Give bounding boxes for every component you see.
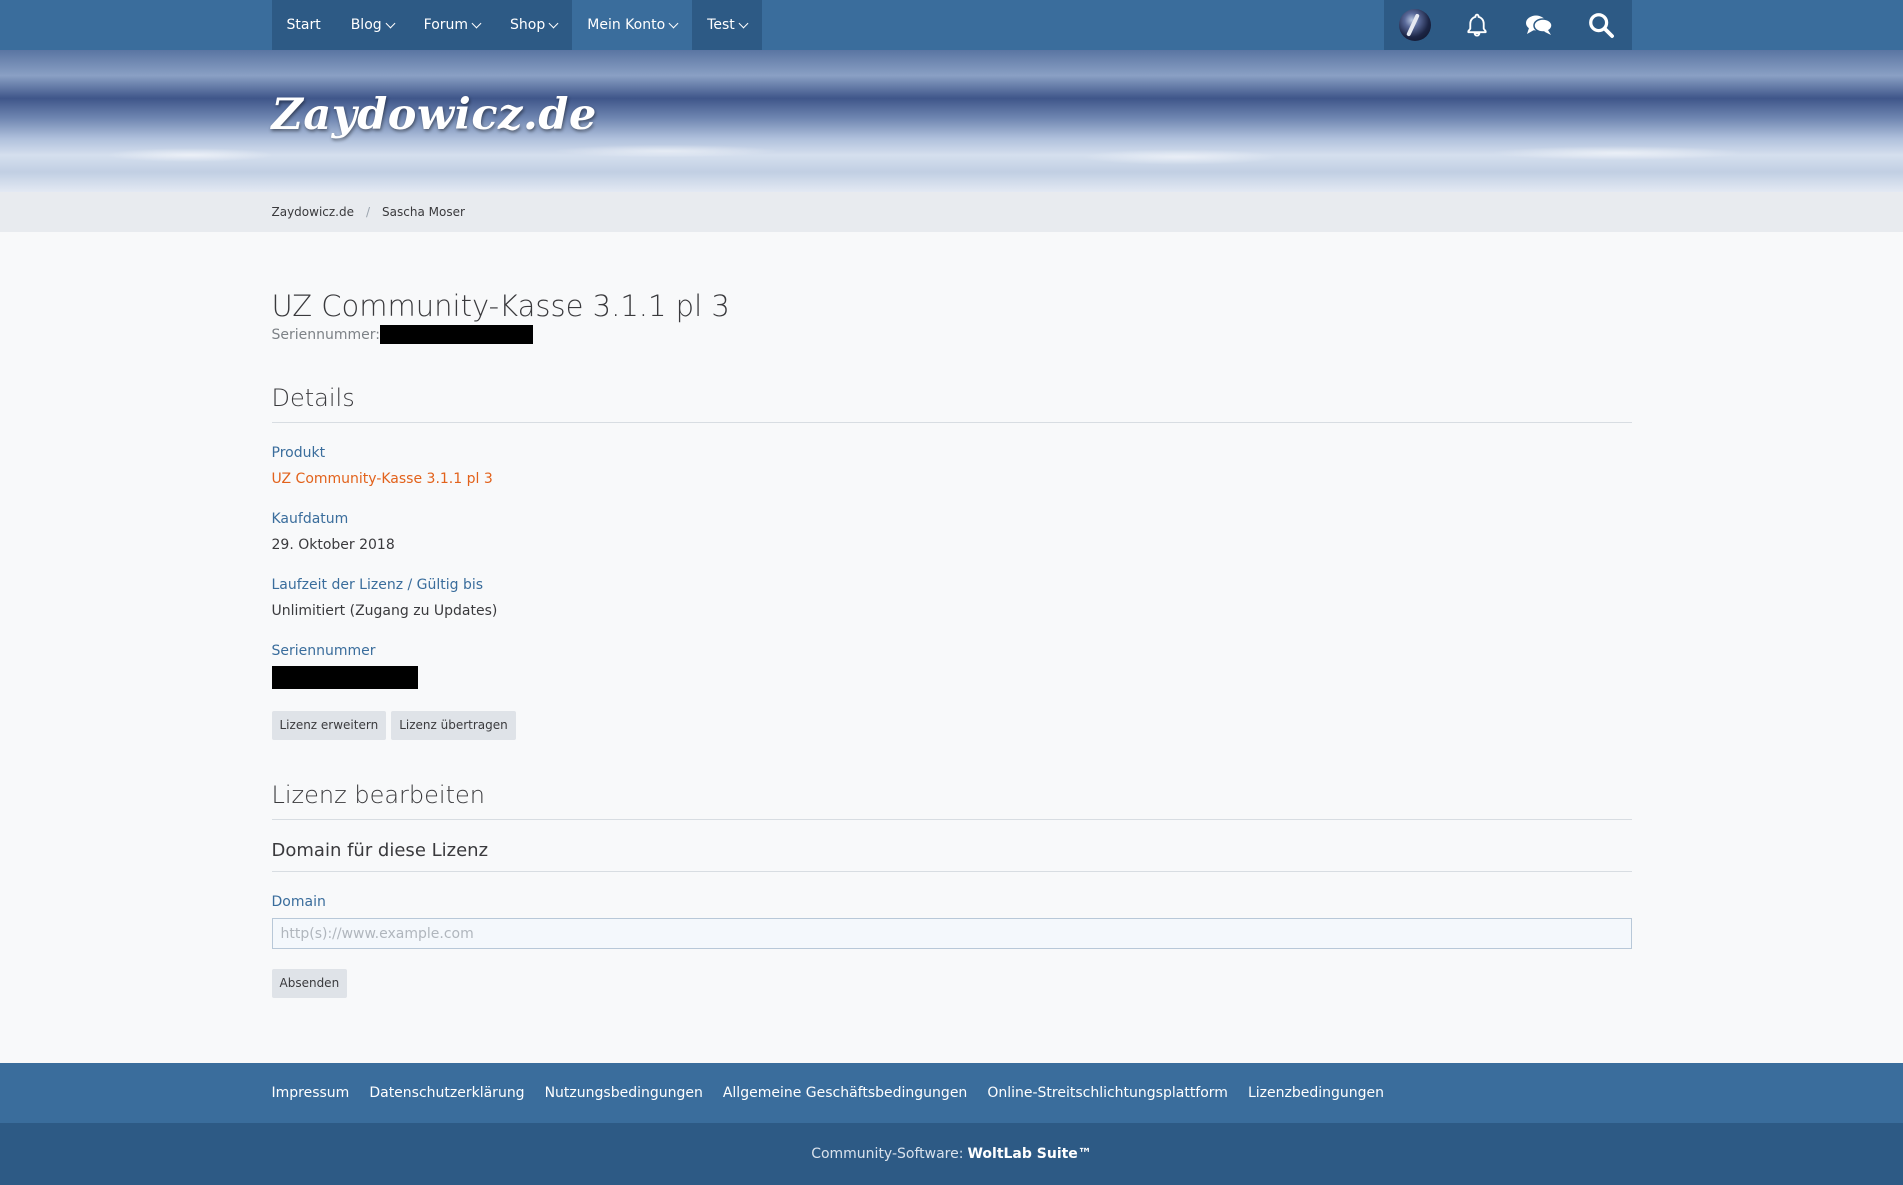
search-icon: [1588, 13, 1614, 38]
menu-item-label: Blog: [350, 17, 382, 33]
footer-link-dispute-platform[interactable]: Online-Streitschlichtungsplattform: [987, 1085, 1228, 1101]
details-heading: Details: [271, 384, 1632, 424]
serial-label: Seriennummer:: [271, 326, 381, 343]
serial-number-label: Seriennummer: [271, 643, 376, 660]
search-button[interactable]: [1570, 0, 1632, 50]
bell-icon: [1466, 13, 1487, 37]
user-avatar-button[interactable]: [1384, 0, 1446, 50]
chevron-down-icon: [738, 18, 749, 28]
site-logo[interactable]: Zaydowicz.de: [272, 90, 597, 140]
footer-navigation: Impressum Datenschutzerklärung Nutzungsb…: [0, 1063, 1903, 1123]
menu-item-shop[interactable]: Shop: [495, 0, 572, 50]
chevron-down-icon: [548, 18, 559, 28]
avatar: [1398, 9, 1431, 41]
domain-field: Domain: [271, 892, 1632, 950]
menu-item-forum[interactable]: Forum: [409, 0, 495, 50]
redacted-serial: [380, 325, 533, 345]
license-actions: Lizenz erweitern Lizenz übertragen: [271, 711, 1632, 741]
menu-item-label: Mein Konto: [587, 17, 666, 33]
breadcrumb-item-user[interactable]: Sascha Moser: [382, 205, 465, 219]
domain-input[interactable]: [271, 918, 1632, 950]
breadcrumb: Zaydowicz.de / Sascha Moser: [0, 192, 1903, 232]
menu-item-blog[interactable]: Blog: [336, 0, 409, 50]
menu-item-start[interactable]: Start: [272, 0, 336, 50]
chevron-down-icon: [385, 18, 396, 28]
breadcrumb-item-home[interactable]: Zaydowicz.de: [272, 205, 355, 219]
copyright-prefix: Community-Software:: [811, 1146, 964, 1162]
domain-label: Domain: [271, 894, 326, 911]
menu-item-test[interactable]: Test: [692, 0, 762, 50]
serial-field: Seriennummer: [271, 641, 1632, 693]
notifications-button[interactable]: [1446, 0, 1508, 50]
menu-item-label: Test: [707, 17, 735, 33]
menu-item-label: Forum: [423, 17, 469, 33]
purchase-date-field: Kaufdatum 29. Oktober 2018: [272, 509, 1632, 555]
form-submit: Absenden: [271, 969, 1632, 999]
product-label: Produkt: [271, 445, 326, 462]
header-banner: Zaydowicz.de: [0, 50, 1903, 192]
chevron-down-icon: [668, 18, 679, 28]
menu-item-label: Shop: [510, 17, 546, 33]
transfer-license-button[interactable]: Lizenz übertragen: [391, 711, 516, 741]
chevron-down-icon: [471, 18, 482, 28]
edit-license-heading: Lizenz bearbeiten: [271, 781, 1632, 821]
license-term-value: Unlimitiert (Zugang zu Updates): [271, 603, 498, 620]
footer-link-license-terms[interactable]: Lizenzbedingungen: [1248, 1085, 1384, 1101]
footer-link-general-terms[interactable]: Allgemeine Geschäftsbedingungen: [723, 1085, 967, 1101]
license-term-field: Laufzeit der Lizenz / Gültig bis Unlimit…: [272, 575, 1632, 621]
serial-number-value: [271, 666, 1632, 693]
menu-item-mein-konto[interactable]: Mein Konto: [572, 0, 693, 50]
license-term-label: Laufzeit der Lizenz / Gültig bis: [271, 577, 484, 594]
page-title: UZ Community-Kasse 3.1.1 pl 3: [271, 289, 730, 323]
woltlab-link[interactable]: WoltLab Suite™: [967, 1146, 1091, 1162]
footer-link-impressum[interactable]: Impressum: [272, 1085, 350, 1101]
domain-subheading: Domain für diese Lizenz: [271, 840, 1632, 873]
main-menu: Start Blog Forum Shop Mein Konto Test: [271, 0, 762, 50]
menu-item-label: Start: [286, 17, 321, 33]
breadcrumb-separator: /: [366, 205, 371, 219]
redacted-serial-number: [271, 666, 418, 690]
main-content: UZ Community-Kasse 3.1.1 pl 3 Seriennumm…: [0, 232, 1903, 999]
purchase-date-value: 29. Oktober 2018: [271, 537, 395, 554]
product-field: Produkt UZ Community-Kasse 3.1.1 pl 3: [272, 443, 1632, 489]
top-navigation-bar: Start Blog Forum Shop Mein Konto Test: [0, 0, 1903, 50]
user-panel: [1383, 0, 1632, 50]
purchase-date-label: Kaufdatum: [271, 511, 349, 528]
conversations-button[interactable]: [1508, 0, 1570, 50]
extend-license-button[interactable]: Lizenz erweitern: [271, 711, 387, 741]
footer-copyright: Community-Software: WoltLab Suite™: [0, 1123, 1903, 1185]
serial-line: Seriennummer:: [271, 325, 1632, 345]
submit-button[interactable]: Absenden: [271, 969, 348, 999]
product-link[interactable]: UZ Community-Kasse 3.1.1 pl 3: [272, 469, 1632, 489]
footer-link-terms-of-use[interactable]: Nutzungsbedingungen: [545, 1085, 703, 1101]
conversations-icon: [1525, 15, 1553, 35]
footer-link-privacy[interactable]: Datenschutzerklärung: [369, 1085, 524, 1101]
